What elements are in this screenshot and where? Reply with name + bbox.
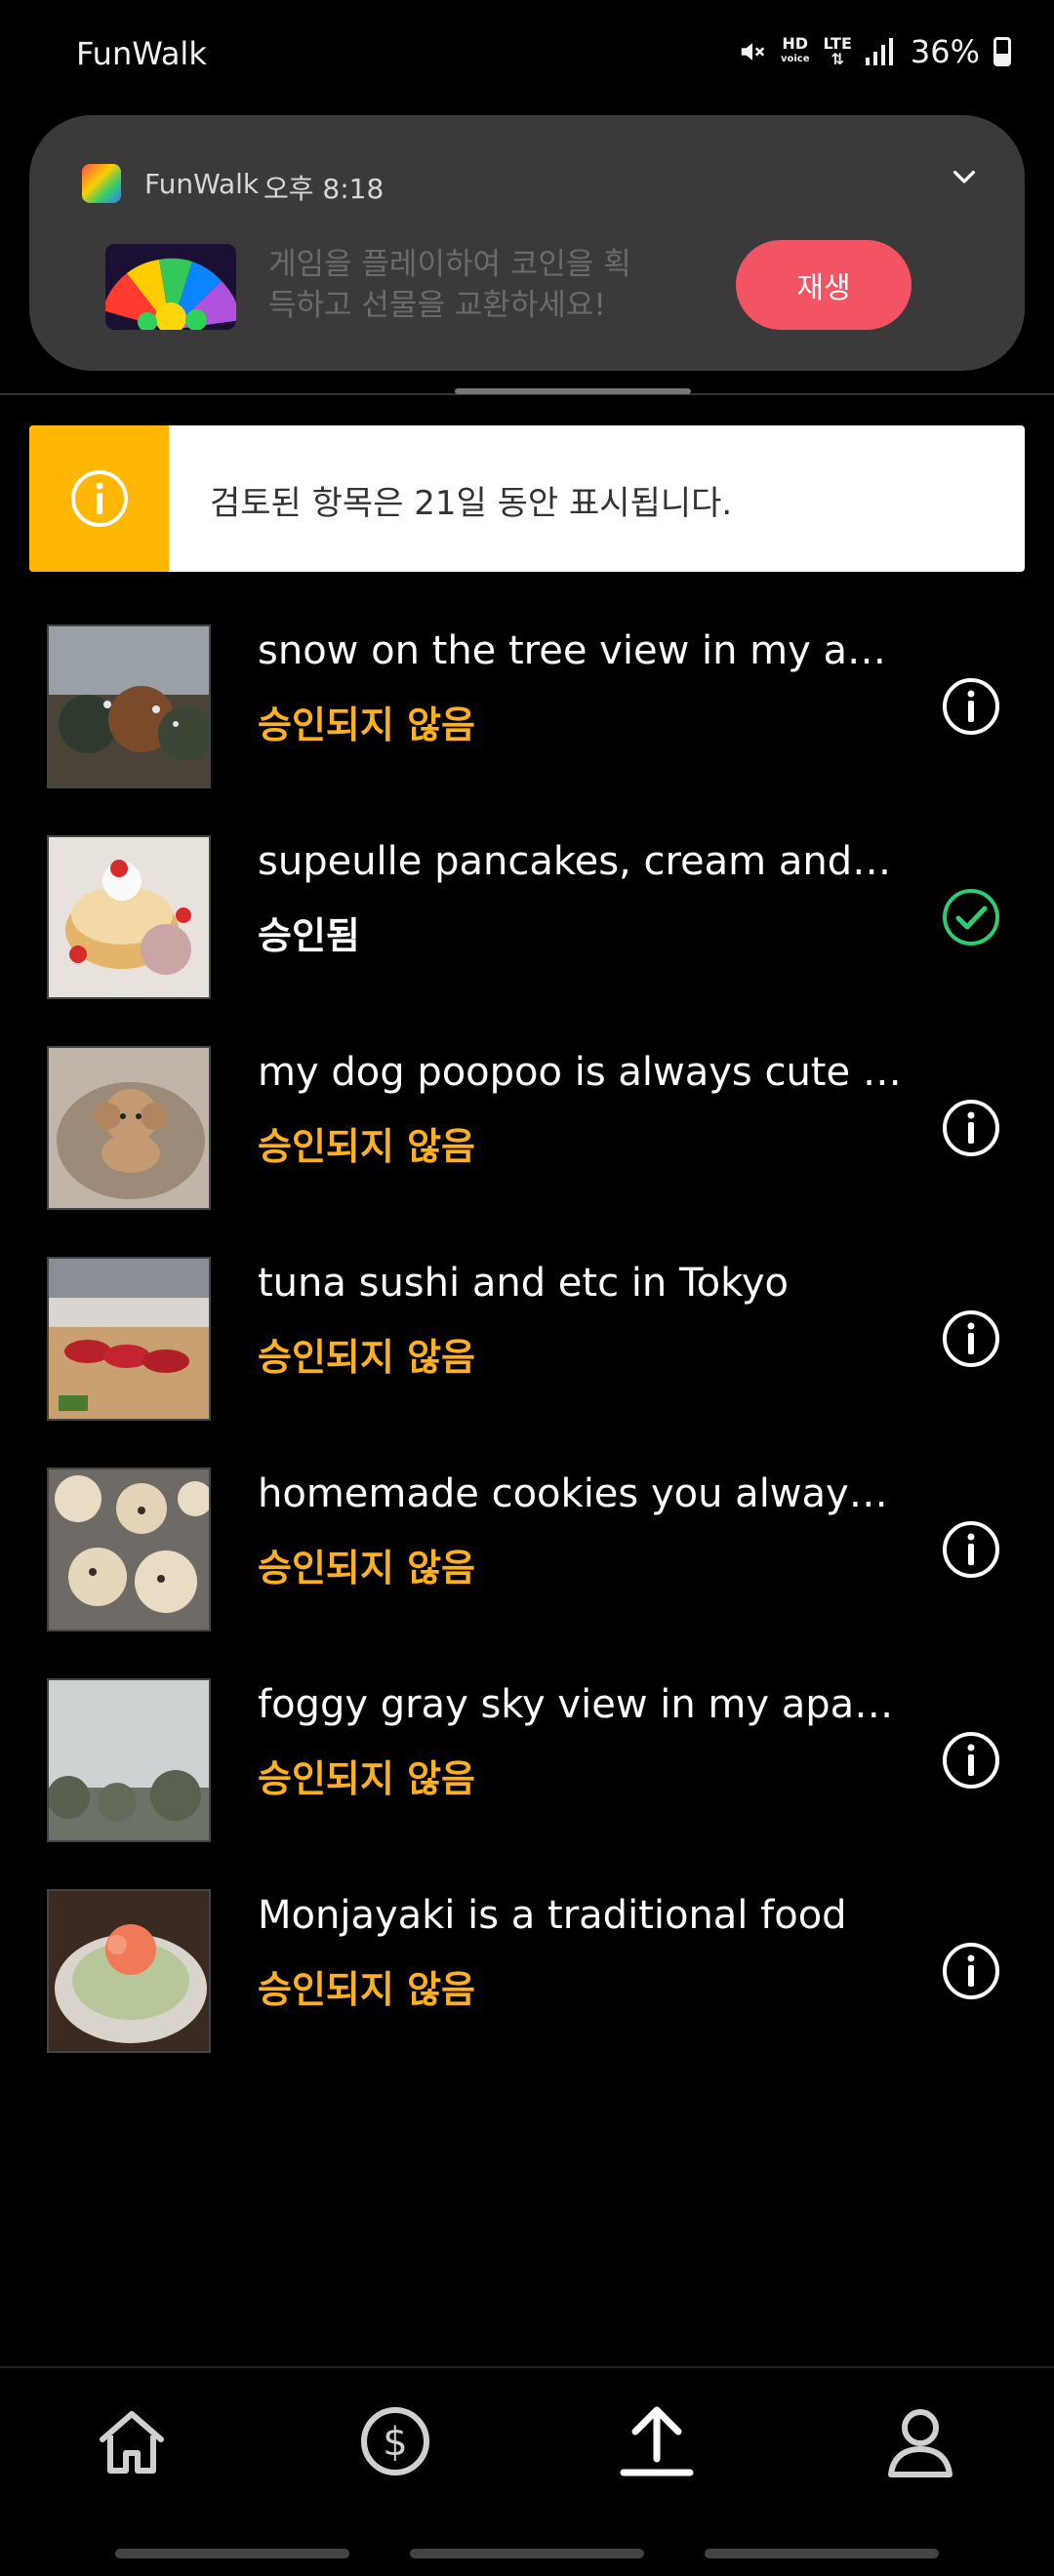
item-thumbnail[interactable]: [47, 1257, 211, 1421]
check-circle-icon[interactable]: [940, 886, 1002, 948]
list-item[interactable]: supeulle pancakes, cream and strawberry …: [0, 835, 1054, 1001]
nav-profile[interactable]: [876, 2397, 964, 2485]
drag-handle[interactable]: [455, 388, 691, 394]
notification-message: 게임을 플레이하여 코인을 획득하고 선물을 교환하세요!: [268, 247, 631, 323]
info-icon[interactable]: [940, 1097, 1002, 1159]
item-thumbnail[interactable]: [47, 1046, 211, 1210]
item-status: 승인되지 않음: [258, 1757, 475, 1800]
nav-coins[interactable]: $: [351, 2397, 439, 2485]
notification-card[interactable]: FunWalk 오후 8:18 게임을 플레이하여 코인을 획득하고 선물을 교…: [29, 115, 1025, 371]
list-item[interactable]: homemade cookies you always love 승인되지 않음: [0, 1468, 1054, 1633]
item-status: 승인되지 않음: [258, 1336, 475, 1379]
play-button[interactable]: 재생: [736, 240, 912, 330]
list-item[interactable]: foggy gray sky view in my apartment 승인되지…: [0, 1678, 1054, 1844]
dollar-coin-icon: $: [361, 2407, 429, 2475]
item-thumbnail[interactable]: [47, 1468, 211, 1631]
funwalk-app-icon: [82, 164, 121, 203]
item-status: 승인되지 않음: [258, 1125, 475, 1168]
info-icon: [70, 470, 128, 527]
notification-wheel-image: [105, 244, 236, 330]
item-status: 승인됨: [258, 914, 360, 957]
lte-indicator: LTE ⇅: [823, 36, 851, 67]
item-title: tuna sushi and etc in Tokyo: [258, 1261, 789, 1306]
list-item[interactable]: my dog poopoo is always cute so 승인되지 않음: [0, 1046, 1054, 1212]
gesture-recents[interactable]: [115, 2549, 349, 2558]
bottom-nav: $: [0, 2366, 1054, 2505]
banner-icon-box: [29, 425, 169, 572]
voice-label: voice: [780, 54, 810, 64]
list-item[interactable]: tuna sushi and etc in Tokyo 승인되지 않음: [0, 1257, 1054, 1423]
nav-home[interactable]: [88, 2397, 176, 2485]
gesture-back[interactable]: [705, 2549, 939, 2558]
profile-icon: [888, 2409, 953, 2477]
item-thumbnail[interactable]: [47, 835, 211, 999]
hd-voice-indicator: HD voice: [781, 36, 810, 67]
item-status: 승인되지 않음: [258, 704, 475, 746]
item-thumbnail[interactable]: [47, 624, 211, 788]
item-title: snow on the tree view in my apartment: [258, 628, 902, 673]
list-item[interactable]: Monjayaki is a traditional food 승인되지 않음: [0, 1889, 1054, 2055]
signal-icon: [865, 38, 893, 65]
item-title: Monjayaki is a traditional food: [258, 1893, 847, 1938]
item-title: homemade cookies you always love: [258, 1471, 902, 1516]
status-bar: FunWalk HD voice LTE ⇅ 36%: [0, 0, 1054, 109]
item-title: my dog poopoo is always cute so: [258, 1050, 902, 1095]
info-icon[interactable]: [940, 1729, 1002, 1791]
item-title: supeulle pancakes, cream and strawberry: [258, 839, 902, 884]
item-title: foggy gray sky view in my apartment: [258, 1682, 902, 1727]
notification-time: 오후 8:18: [264, 173, 385, 205]
item-thumbnail[interactable]: [47, 1889, 211, 2053]
battery-icon: [993, 37, 1011, 66]
status-icons: HD voice LTE ⇅ 36%: [738, 33, 1011, 70]
item-thumbnail[interactable]: [47, 1678, 211, 1842]
notification-app-name: FunWalk: [144, 168, 260, 200]
info-icon[interactable]: [940, 675, 1002, 738]
item-status: 승인되지 않음: [258, 1547, 475, 1590]
banner-text: 검토된 항목은 21일 동안 표시됩니다.: [210, 484, 733, 523]
info-banner: 검토된 항목은 21일 동안 표시됩니다.: [29, 425, 1025, 572]
nav-upload[interactable]: [613, 2397, 701, 2485]
info-icon[interactable]: [940, 1940, 1002, 2002]
svg-text:$: $: [383, 2420, 407, 2465]
status-app-name: FunWalk: [76, 35, 207, 72]
battery-percent: 36%: [910, 33, 980, 70]
list-item[interactable]: snow on the tree view in my apartment 승인…: [0, 624, 1054, 790]
chevron-down-icon[interactable]: [949, 162, 980, 193]
gesture-home[interactable]: [410, 2549, 644, 2558]
mute-icon: [741, 43, 765, 60]
home-icon: [100, 2411, 164, 2474]
item-status: 승인되지 않음: [258, 1968, 475, 2011]
info-icon[interactable]: [940, 1308, 1002, 1370]
upload-icon: [620, 2406, 694, 2476]
data-arrows-icon: ⇅: [831, 50, 844, 68]
info-icon[interactable]: [940, 1518, 1002, 1581]
hd-label: HD: [782, 34, 809, 53]
